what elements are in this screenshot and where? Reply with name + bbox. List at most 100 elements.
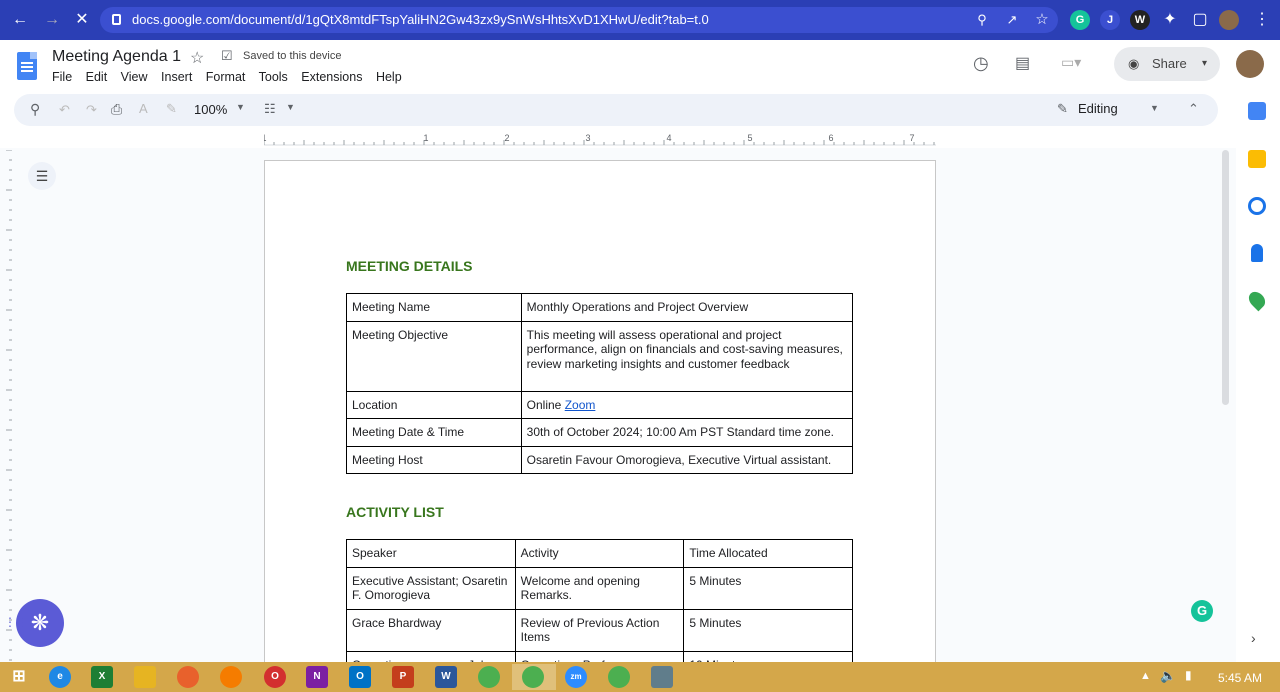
comments-icon[interactable]: ▤ [1015,53,1030,73]
table-cell[interactable]: 10 Minutes [683,650,853,662]
zoom-app-icon[interactable]: zm [565,666,587,688]
outlook-icon[interactable]: O [349,666,371,688]
table-cell[interactable]: Meeting Objective [346,320,522,392]
grammarly-extension-icon[interactable]: G [1070,10,1090,30]
keep-icon[interactable] [1248,150,1266,168]
stop-loading-icon[interactable]: ✕ [70,8,94,32]
menu-view[interactable]: View [121,70,148,84]
taskbar-clock[interactable]: 5:45 AM [1218,671,1262,685]
zoom-select[interactable]: 100% [194,102,227,117]
document-title[interactable]: Meeting Agenda 1 [52,48,181,66]
volume-icon[interactable]: 🔈 [1160,668,1176,684]
google-docs-logo-icon[interactable] [17,52,37,80]
internet-explorer-icon[interactable]: e [49,666,71,688]
print-icon[interactable]: ⎙ [111,101,122,118]
vertical-ruler[interactable] [0,150,14,662]
paint-format-icon[interactable]: ✎ [166,101,177,117]
table-cell[interactable]: Meeting Host [346,445,522,474]
version-history-icon[interactable]: ◷ [973,53,989,74]
puzzle-extensions-icon[interactable]: ✦ [1158,8,1182,32]
horizontal-ruler[interactable]: 1 1 2 3 4 5 6 7 [264,133,936,147]
opera-icon[interactable]: O [264,666,286,688]
back-icon[interactable]: ← [8,8,32,32]
extension-w-icon[interactable]: W [1130,10,1150,30]
table-cell[interactable]: Meeting Date & Time [346,418,522,447]
table-cell[interactable]: 5 Minutes [683,608,853,652]
search-icon[interactable]: ⚲ [970,8,994,32]
grammarly-icon[interactable]: G [1191,600,1213,622]
table-cell[interactable]: This meeting will assess operational and… [520,320,854,392]
editing-mode-select[interactable]: Editing [1054,101,1118,116]
search-menus-icon[interactable]: ⚲ [30,101,40,118]
menu-tools[interactable]: Tools [259,70,288,84]
network-icon[interactable]: ▮ [1185,668,1192,682]
ruler-label-4: 3 [585,133,590,143]
powerpoint-icon[interactable]: P [392,666,414,688]
table-cell[interactable]: Location [346,390,522,419]
table-cell[interactable]: Grace Bhardway [346,608,516,652]
meet-camera-icon[interactable]: ▭▾ [1061,54,1081,71]
table-cell[interactable]: Osaretin Favour Omorogieva, Executive Vi… [520,445,854,474]
user-avatar[interactable] [1236,50,1264,78]
tray-chevron-icon[interactable]: ▲ [1140,670,1151,682]
table-cell[interactable]: Welcome and opening Remarks. [514,566,685,610]
undo-icon[interactable]: ↶ [59,102,70,118]
table-cell[interactable]: 30th of October 2024; 10:00 Am PST Stand… [520,418,854,447]
drag-handle-icon[interactable]: ⋮⋮ [4,615,28,629]
calendar-icon[interactable] [1248,102,1266,120]
table-cell[interactable]: Meeting Name [346,293,522,322]
collapse-toolbar-icon[interactable]: ⌃ [1188,101,1199,117]
bookmark-star-icon[interactable]: ☆ [1030,8,1054,32]
activity-list-table: Speaker Activity Time Allocated Executiv… [346,539,853,662]
windows-start-icon[interactable]: ⊞ [8,666,30,688]
chrome-profile-icon[interactable] [608,666,630,688]
table-cell[interactable]: 5 Minutes [683,566,853,610]
onenote-icon[interactable]: N [306,666,328,688]
redo-icon[interactable]: ↷ [86,102,97,118]
menu-edit[interactable]: Edit [86,70,108,84]
address-bar[interactable]: docs.google.com/document/d/1gQtX8mtdFTsp… [100,7,1058,33]
file-explorer-icon[interactable] [134,666,156,688]
table-cell[interactable]: Review of Previous Action Items [514,608,685,652]
contacts-icon[interactable] [1251,244,1263,262]
word-icon[interactable]: W [435,666,457,688]
table-cell[interactable]: Monthly Operations and Project Overview [520,293,854,322]
firefox-icon[interactable] [177,666,199,688]
document-outline-button[interactable]: ☰ [28,162,56,190]
table-cell[interactable]: Operations Performance [514,650,685,662]
remote-desktop-icon[interactable] [651,666,673,688]
table-header-cell[interactable]: Speaker [346,539,516,568]
chrome-active-icon[interactable] [522,666,544,688]
table-header-cell[interactable]: Time Allocated [683,539,853,568]
zoom-link[interactable]: Zoom [565,398,596,412]
menu-file[interactable]: File [52,70,72,84]
menu-help[interactable]: Help [376,70,402,84]
extension-icon[interactable]: J [1100,10,1120,30]
excel-icon[interactable]: X [91,666,113,688]
table-cell[interactable]: Operations manager; John [346,650,516,662]
chrome-icon[interactable] [478,666,500,688]
tasks-icon[interactable] [1248,197,1266,215]
firefox-alt-icon[interactable] [220,666,242,688]
zoom-chevron-icon[interactable]: ▼ [236,102,245,112]
menu-format[interactable]: Format [206,70,246,84]
share-page-icon[interactable]: ↗ [1000,8,1024,32]
menu-insert[interactable]: Insert [161,70,192,84]
kebab-menu-icon[interactable]: ⋮ [1250,8,1274,32]
side-panel-icon[interactable]: ▢ [1188,8,1212,32]
mode-chevron-icon[interactable]: ▼ [1150,103,1159,113]
table-cell[interactable]: Executive Assistant; Osaretin F. Omorogi… [346,566,516,610]
star-icon[interactable]: ☆ [190,48,204,68]
share-button[interactable]: ◉ Share ▾ [1114,47,1220,81]
chevron-right-icon[interactable]: › [1251,630,1256,646]
table-cell[interactable]: Online Zoom [520,390,854,419]
insert-comment-icon[interactable]: ☷ [264,101,276,117]
profile-avatar[interactable] [1219,10,1239,30]
table-header-cell[interactable]: Activity [514,539,685,568]
vertical-scrollbar[interactable] [1222,150,1229,405]
spellcheck-icon[interactable]: A [139,101,148,116]
forward-icon[interactable]: → [40,8,64,32]
menu-extensions[interactable]: Extensions [301,70,362,84]
more-chevron-icon[interactable]: ▼ [286,102,295,112]
chevron-down-icon[interactable]: ▾ [1202,47,1207,81]
